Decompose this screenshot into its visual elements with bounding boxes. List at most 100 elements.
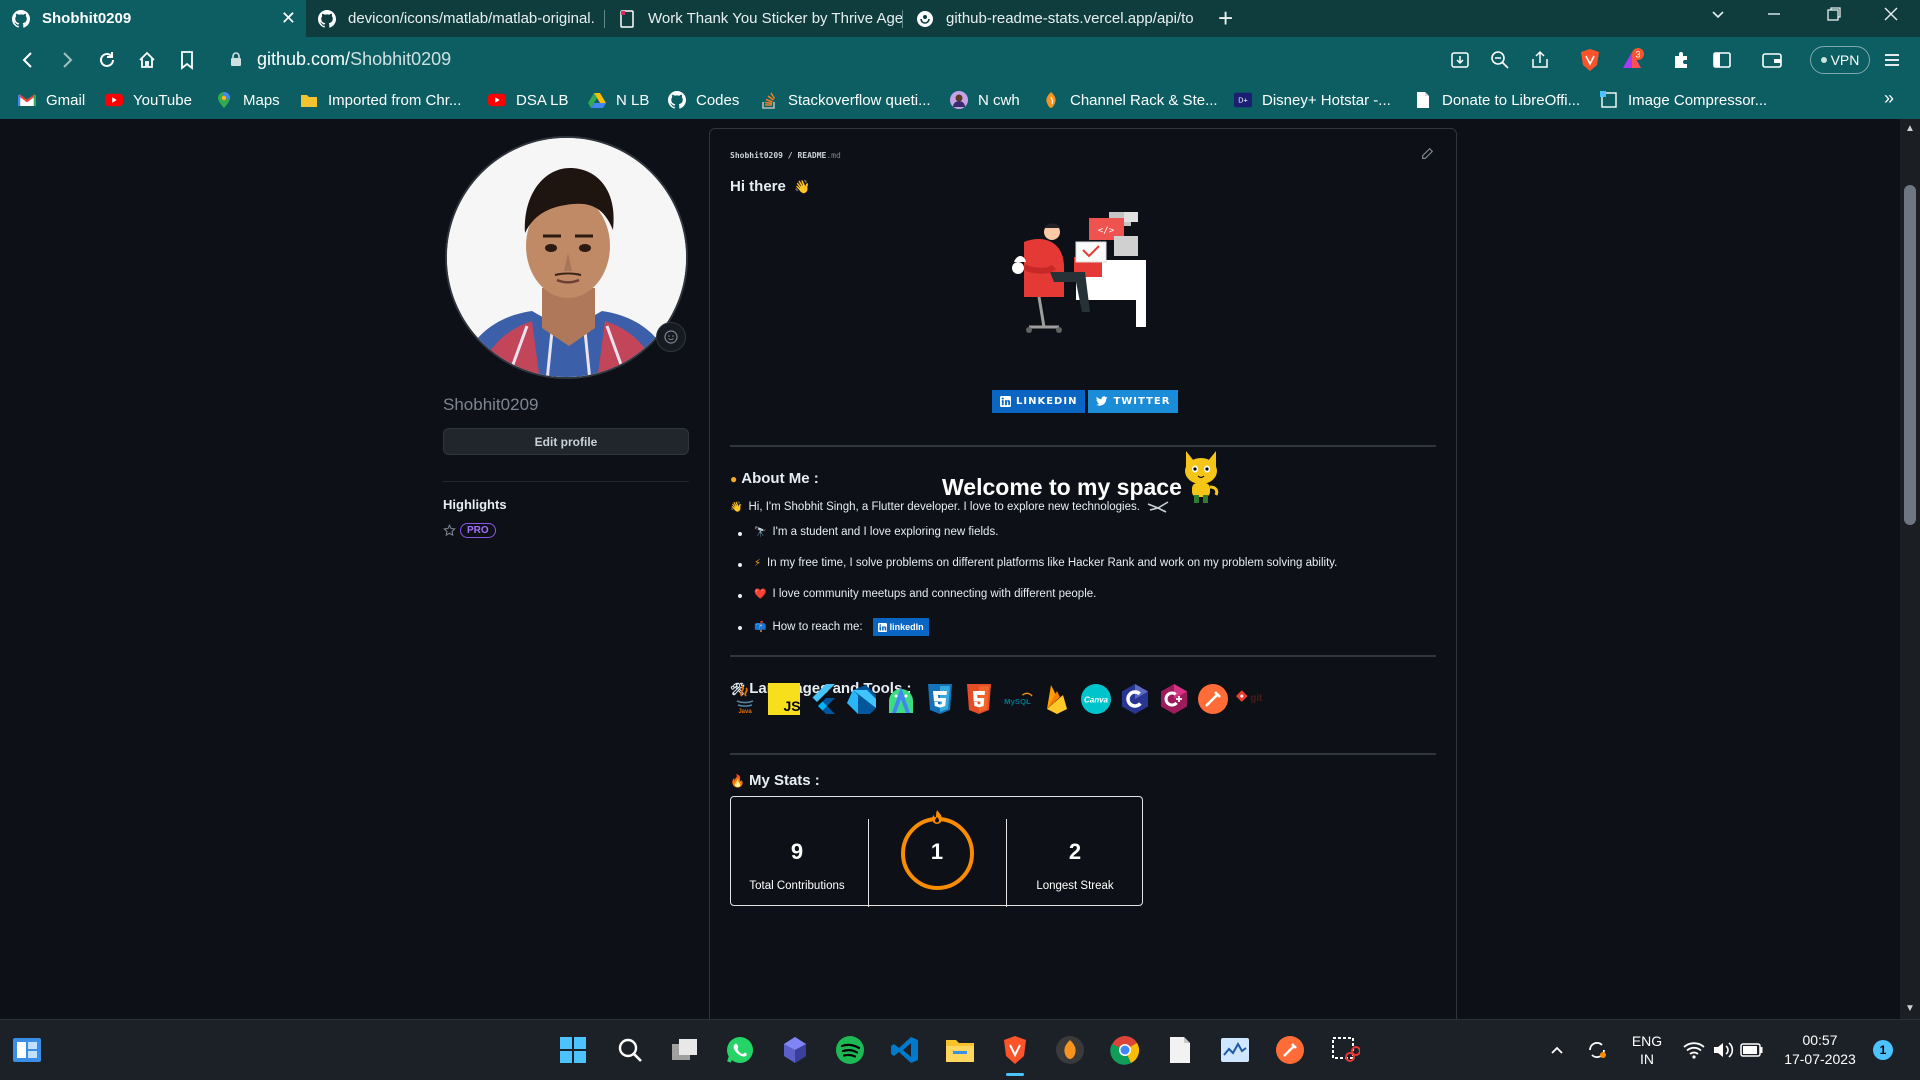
language-indicator[interactable]: ENG IN: [1630, 1033, 1664, 1067]
lock-icon[interactable]: [230, 52, 242, 72]
streak-stats-card[interactable]: 9 Total Contributions 1 2 Longest Streak: [730, 796, 1143, 907]
bookmark-dsa-lb[interactable]: DSA LB: [488, 91, 569, 109]
firebase-icon[interactable]: [1040, 682, 1073, 715]
spotify-icon[interactable]: [833, 1033, 867, 1067]
home-icon[interactable]: [135, 48, 159, 72]
restore-icon[interactable]: [1826, 6, 1842, 27]
edit-profile-button[interactable]: Edit profile: [443, 428, 689, 455]
battery-icon[interactable]: [1735, 1033, 1769, 1067]
tab-devicon[interactable]: devicon/icons/matlab/matlab-original.: [306, 0, 606, 37]
scroll-down-icon[interactable]: ▼: [1905, 1003, 1915, 1014]
sync-icon[interactable]: [1580, 1033, 1614, 1067]
extensions-icon[interactable]: [1670, 48, 1694, 72]
dart-icon[interactable]: [845, 682, 878, 715]
url-text[interactable]: github.com/Shobhit0209: [257, 49, 451, 70]
bookmark-maps[interactable]: Maps: [215, 91, 280, 109]
new-tab-button[interactable]: +: [1218, 4, 1233, 32]
tab-readme-stats[interactable]: github-readme-stats.vercel.app/api/to: [904, 0, 1200, 37]
postman-icon[interactable]: [1273, 1033, 1307, 1067]
close-tab-button[interactable]: ✕: [281, 9, 296, 27]
scroll-up-icon[interactable]: ▲: [1905, 123, 1915, 134]
brave-icon[interactable]: [998, 1033, 1032, 1067]
bookmark-n-cwh[interactable]: N cwh: [950, 91, 1020, 109]
widgets-icon[interactable]: [10, 1033, 44, 1067]
linkedin-reach-badge[interactable]: linkedIn: [872, 618, 929, 636]
css3-icon[interactable]: [923, 682, 956, 715]
tab-search-icon[interactable]: [1710, 6, 1726, 27]
bookmark-label: Imported from Chr...: [328, 91, 462, 109]
canva-icon[interactable]: Canva: [1079, 682, 1112, 715]
edit-readme-icon[interactable]: [1420, 147, 1434, 166]
set-status-button[interactable]: [656, 322, 686, 352]
vscode-icon[interactable]: [888, 1033, 922, 1067]
search-icon[interactable]: [613, 1033, 647, 1067]
android-studio-icon[interactable]: [884, 682, 917, 715]
c-icon[interactable]: [1118, 682, 1151, 715]
whatsapp-icon[interactable]: [723, 1033, 757, 1067]
bookmark-imported-folder[interactable]: Imported from Chr...: [300, 91, 461, 109]
task-manager-icon[interactable]: [1218, 1033, 1252, 1067]
longest-streak-value: 2: [1068, 839, 1082, 864]
postman-icon[interactable]: [1196, 682, 1229, 715]
mysql-icon[interactable]: MySQL: [1001, 682, 1034, 715]
divider: [730, 445, 1436, 447]
tab-sticker[interactable]: Work Thank You Sticker by Thrive Agency: [606, 0, 904, 37]
flutter-icon[interactable]: [806, 682, 839, 715]
html5-icon[interactable]: [962, 682, 995, 715]
forward-icon[interactable]: [55, 48, 79, 72]
notification-badge[interactable]: 1: [1873, 1040, 1893, 1060]
copilot-icon[interactable]: [778, 1033, 812, 1067]
bookmark-codes[interactable]: Codes: [668, 91, 739, 109]
bookmark-gmail[interactable]: Gmail: [18, 91, 85, 109]
tab-github-profile[interactable]: Shobhit0209 ✕: [0, 0, 306, 37]
brave-rewards-icon[interactable]: 3: [1620, 48, 1644, 72]
bookmark-stackoverflow[interactable]: Stackoverflow queti...: [760, 91, 931, 109]
start-icon[interactable]: [556, 1033, 590, 1067]
java-icon[interactable]: Java: [728, 682, 761, 715]
readme-path-file[interactable]: README: [797, 151, 826, 160]
bookmark-hotstar[interactable]: D+ Disney+ Hotstar -...: [1234, 91, 1391, 109]
javascript-icon[interactable]: JS: [767, 682, 800, 715]
minimize-icon[interactable]: [1766, 6, 1782, 27]
linkedin-badge[interactable]: LINKEDIN: [992, 390, 1086, 413]
bookmarks-overflow-button[interactable]: »: [1884, 88, 1894, 109]
fl-studio-icon[interactable]: [1053, 1033, 1087, 1067]
bookmark-icon[interactable]: [175, 48, 199, 72]
back-icon[interactable]: [16, 48, 40, 72]
total-contributions-label: Total Contributions: [749, 880, 845, 892]
scroll-thumb[interactable]: [1904, 185, 1916, 525]
twitter-badge[interactable]: TWITTER: [1088, 390, 1179, 413]
sidebar-icon[interactable]: [1710, 48, 1734, 72]
readme-path-user[interactable]: Shobhit0209: [730, 151, 783, 160]
git-icon[interactable]: git: [1235, 682, 1268, 715]
bookmark-channel-rack[interactable]: Channel Rack & Ste...: [1042, 91, 1218, 109]
task-view-icon[interactable]: [668, 1033, 702, 1067]
reload-icon[interactable]: [95, 48, 119, 72]
page-scrollbar[interactable]: ▲ ▼: [1900, 119, 1920, 1019]
bookmark-label: Stackoverflow queti...: [788, 91, 931, 109]
share-icon[interactable]: [1528, 48, 1552, 72]
readme-path-sep: /: [782, 151, 798, 160]
zoom-icon[interactable]: [1488, 48, 1512, 72]
clock[interactable]: 00:57 17-07-2023: [1772, 1032, 1868, 1067]
bookmark-youtube[interactable]: YouTube: [105, 91, 192, 109]
bookmark-image-compressor[interactable]: Image Compressor...: [1600, 91, 1767, 109]
bookmark-libreoffice[interactable]: Donate to LibreOffi...: [1414, 91, 1580, 109]
brave-shields-icon[interactable]: [1578, 48, 1602, 72]
menu-icon[interactable]: [1880, 48, 1904, 72]
address-bar[interactable]: github.com/Shobhit0209: [212, 43, 1802, 77]
vpn-button[interactable]: VPN: [1810, 46, 1870, 74]
chrome-icon[interactable]: [1108, 1033, 1142, 1067]
file-explorer-icon[interactable]: [943, 1033, 977, 1067]
close-window-icon[interactable]: [1883, 6, 1899, 27]
notepad-icon[interactable]: [1163, 1033, 1197, 1067]
install-icon[interactable]: [1448, 48, 1472, 72]
bookmark-n-lb[interactable]: N LB: [588, 91, 649, 109]
cplusplus-icon[interactable]: [1157, 682, 1190, 715]
show-hidden-icons-chevron-icon[interactable]: [1540, 1033, 1574, 1067]
list-bullet: [738, 532, 742, 536]
snipping-tool-icon[interactable]: [1328, 1033, 1362, 1067]
person-emoji-icon: ●: [730, 471, 738, 486]
wallet-icon[interactable]: [1760, 48, 1784, 72]
avatar[interactable]: [445, 136, 688, 379]
